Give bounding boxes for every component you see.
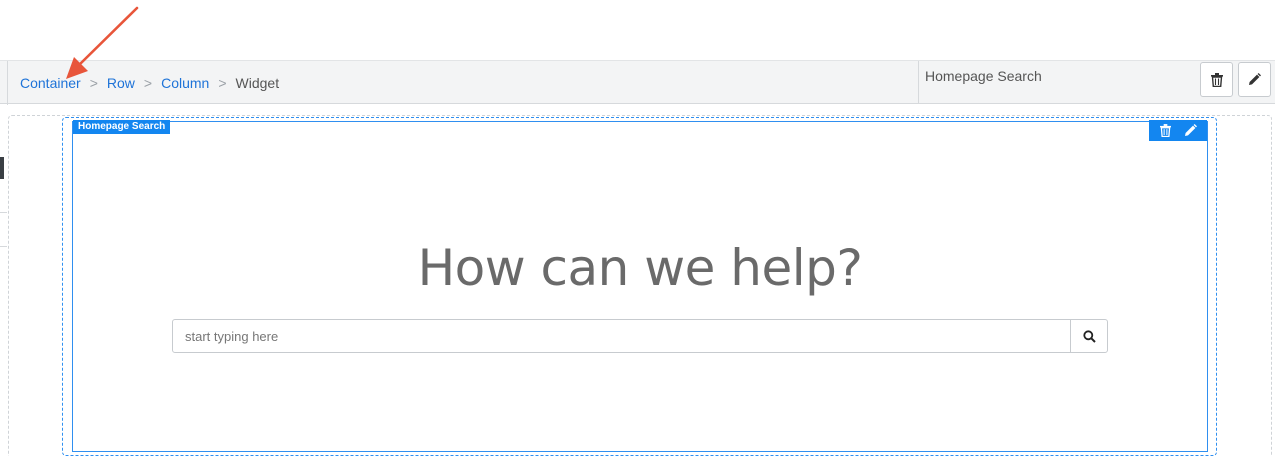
pencil-icon [1249,73,1261,85]
search-headline: How can we help? [417,239,863,297]
trash-icon [1210,72,1223,87]
search-button[interactable] [1070,319,1108,353]
annotation-arrow [66,6,139,79]
left-panel-divider [0,246,7,247]
selected-widget-name: Homepage Search [925,68,1042,84]
widget-edit-button[interactable] [1180,121,1202,141]
editor-toolbar: Container > Row > Column > Widget Homepage Sea… [0,60,1275,105]
breadcrumb-separator: > [218,75,227,91]
selected-widget-name-box: Homepage Search [918,61,1193,104]
page-builder-canvas: Container > Row > Column > Widget Homepage Sea… [0,0,1275,456]
search-input[interactable] [172,319,1071,353]
edit-widget-button[interactable] [1238,62,1271,97]
breadcrumb-widget: Widget [235,75,280,91]
widget-action-bar [1149,120,1207,141]
delete-widget-button[interactable] [1200,62,1233,97]
breadcrumb-column[interactable]: Column [161,75,209,91]
trash-icon [1160,124,1171,137]
pencil-icon [1185,124,1197,136]
widget-label-badge: Homepage Search [73,120,171,134]
left-panel-edge [0,157,4,179]
widget-delete-button[interactable] [1155,121,1177,141]
left-panel-divider [0,212,7,213]
search-icon [1082,329,1096,343]
